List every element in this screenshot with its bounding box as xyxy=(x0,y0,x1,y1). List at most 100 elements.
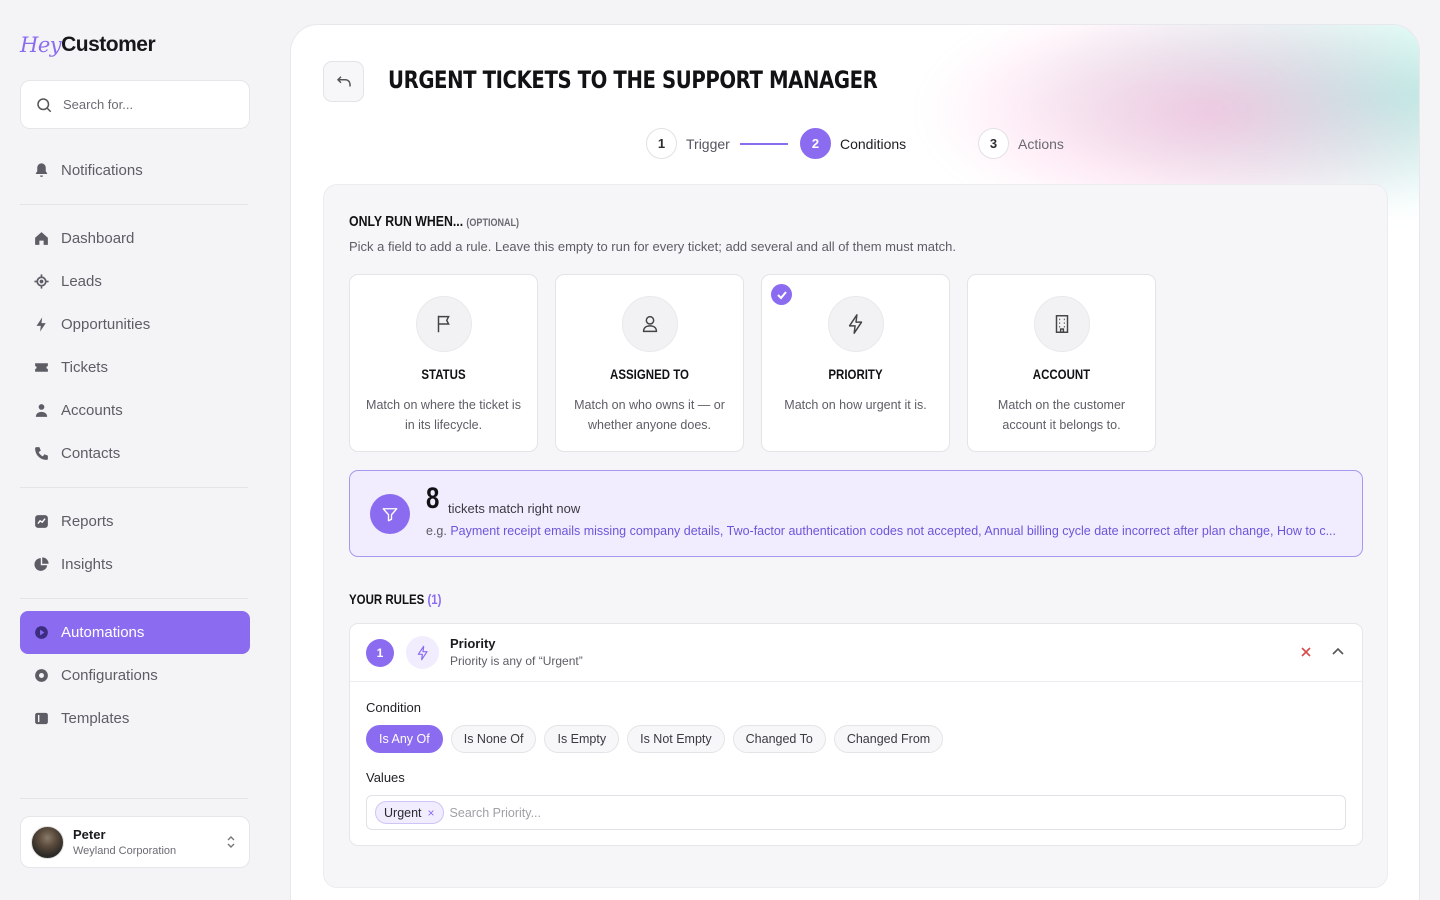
section-title: Only run when... (Optional) xyxy=(349,213,519,230)
match-summary: 8 tickets match right now e.g. Payment r… xyxy=(349,470,1363,557)
sidebar-item-automations[interactable]: Automations xyxy=(20,611,250,654)
sidebar-item-contacts[interactable]: Contacts xyxy=(20,432,250,475)
pie-icon xyxy=(34,557,49,571)
person-icon xyxy=(35,404,48,417)
bolt-icon xyxy=(848,314,862,334)
sidebar-item-tickets[interactable]: Tickets xyxy=(20,346,250,389)
user-org: Weyland Corporation xyxy=(73,845,177,857)
target-icon xyxy=(34,274,49,289)
sidebar-item-templates[interactable]: Templates xyxy=(20,697,250,740)
sidebar-item-label: Tickets xyxy=(61,359,108,376)
sidebar-item-opportunities[interactable]: Opportunities xyxy=(20,303,250,346)
operator-is-not-empty[interactable]: Is Not Empty xyxy=(627,725,725,753)
bolt-icon xyxy=(36,317,46,332)
operator-chips: Is Any Of Is None Of Is Empty Is Not Emp… xyxy=(366,725,944,753)
optional-label: (Optional) xyxy=(466,217,520,229)
sidebar-item-label: Dashboard xyxy=(61,230,135,247)
home-icon xyxy=(35,232,48,245)
play-icon xyxy=(35,626,48,639)
section-title-text: Only run when... xyxy=(349,213,464,230)
filter-icon xyxy=(370,494,410,534)
field-icon-wrap xyxy=(415,296,472,352)
search-input[interactable]: Search for... xyxy=(20,80,250,129)
user-name: Peter xyxy=(73,827,106,842)
user-menu[interactable]: Peter Weyland Corporation xyxy=(20,816,250,868)
section-description: Pick a field to add a rule. Leave this e… xyxy=(349,239,956,254)
sidebar-divider xyxy=(20,204,248,205)
rules-count: (1) xyxy=(427,591,442,607)
field-card-assigned-to[interactable]: Assigned to Match on who owns it — or wh… xyxy=(555,274,744,452)
avatar xyxy=(31,825,64,859)
sidebar-item-label: Opportunities xyxy=(61,316,151,333)
conditions-section: Only run when... (Optional) Pick a field … xyxy=(323,184,1388,888)
step-label: Trigger xyxy=(686,135,730,152)
bolt-icon xyxy=(417,645,428,660)
step-connector xyxy=(740,143,788,145)
step-trigger[interactable]: 1 Trigger xyxy=(646,128,730,159)
step-label: Actions xyxy=(1018,135,1064,152)
sidebar-item-accounts[interactable]: Accounts xyxy=(20,389,250,432)
phone-icon xyxy=(35,447,48,460)
sidebar-item-leads[interactable]: Leads xyxy=(20,260,250,303)
rule-name: Priority xyxy=(450,636,496,651)
rule-header[interactable]: 1 Priority Priority is any of “Urgent” xyxy=(350,624,1362,682)
sidebar-item-label: Notifications xyxy=(61,162,143,179)
sidebar-item-label: Contacts xyxy=(61,445,121,462)
sidebar-item-label: Templates xyxy=(61,710,130,727)
step-label: Conditions xyxy=(840,135,907,152)
sidebar-item-insights[interactable]: Insights xyxy=(20,543,250,586)
match-examples-list[interactable]: Payment receipt emails missing company d… xyxy=(450,524,1336,538)
field-title: Assigned to xyxy=(610,366,689,382)
sidebar-item-label: Configurations xyxy=(61,667,158,684)
match-examples: e.g. Payment receipt emails missing comp… xyxy=(426,524,1346,538)
value-tag[interactable]: Urgent × xyxy=(375,801,444,824)
undo-arrow-icon xyxy=(336,75,351,86)
step-number: 3 xyxy=(978,128,1009,159)
rule-number: 1 xyxy=(366,639,394,667)
field-card-priority[interactable]: Priority Match on how urgent it is. xyxy=(761,274,950,452)
sidebar-item-label: Automations xyxy=(61,624,145,641)
search-icon xyxy=(37,97,52,112)
step-conditions[interactable]: 2 Conditions xyxy=(800,128,906,159)
operator-is-empty[interactable]: Is Empty xyxy=(544,725,620,753)
flag-icon xyxy=(437,315,450,333)
field-description: Match on how urgent it is. xyxy=(784,398,927,412)
sidebar-item-dashboard[interactable]: Dashboard xyxy=(20,217,250,260)
match-count: 8 xyxy=(426,482,440,515)
field-icon-wrap xyxy=(1033,296,1090,352)
rules-title: Your rules (1) xyxy=(349,591,442,607)
close-icon[interactable] xyxy=(1298,644,1314,660)
operator-is-any-of[interactable]: Is Any Of xyxy=(366,725,443,753)
sidebar: Hey Customer Search for... Notifications … xyxy=(0,0,270,900)
ticket-icon xyxy=(35,363,48,372)
values-input[interactable]: Urgent × Search Priority... xyxy=(366,795,1346,830)
step-number: 2 xyxy=(800,128,831,159)
field-icon-wrap xyxy=(621,296,678,352)
main-panel: Urgent tickets to the support manager 1 … xyxy=(290,24,1420,900)
sidebar-item-notifications[interactable]: Notifications xyxy=(20,149,250,192)
operator-is-none-of[interactable]: Is None Of xyxy=(450,725,537,753)
field-card-account[interactable]: Account Match on the customer account it… xyxy=(967,274,1156,452)
field-title: Priority xyxy=(828,366,883,382)
value-tag-label: Urgent xyxy=(384,805,422,820)
sidebar-divider xyxy=(20,798,248,799)
sidebar-item-label: Accounts xyxy=(61,402,123,419)
sidebar-item-label: Insights xyxy=(61,556,113,573)
chevron-up-icon[interactable] xyxy=(1330,644,1346,660)
operator-changed-from[interactable]: Changed From xyxy=(833,725,944,753)
sidebar-item-reports[interactable]: Reports xyxy=(20,500,250,543)
chart-icon xyxy=(35,515,48,528)
back-button[interactable] xyxy=(323,61,364,102)
field-title: Account xyxy=(1032,366,1091,382)
sidebar-item-configurations[interactable]: Configurations xyxy=(20,654,250,697)
condition-label: Condition xyxy=(366,700,421,715)
user-icon xyxy=(642,315,657,333)
field-title: Status xyxy=(421,366,466,382)
match-examples-prefix: e.g. xyxy=(426,524,447,538)
remove-tag-icon[interactable]: × xyxy=(428,806,435,820)
step-actions[interactable]: 3 Actions xyxy=(978,128,1064,159)
field-card-status[interactable]: Status Match on where the ticket is in i… xyxy=(349,274,538,452)
brand-hey: Hey xyxy=(20,33,62,57)
operator-changed-to[interactable]: Changed To xyxy=(732,725,826,753)
brand-logo[interactable]: Hey Customer xyxy=(20,28,156,62)
